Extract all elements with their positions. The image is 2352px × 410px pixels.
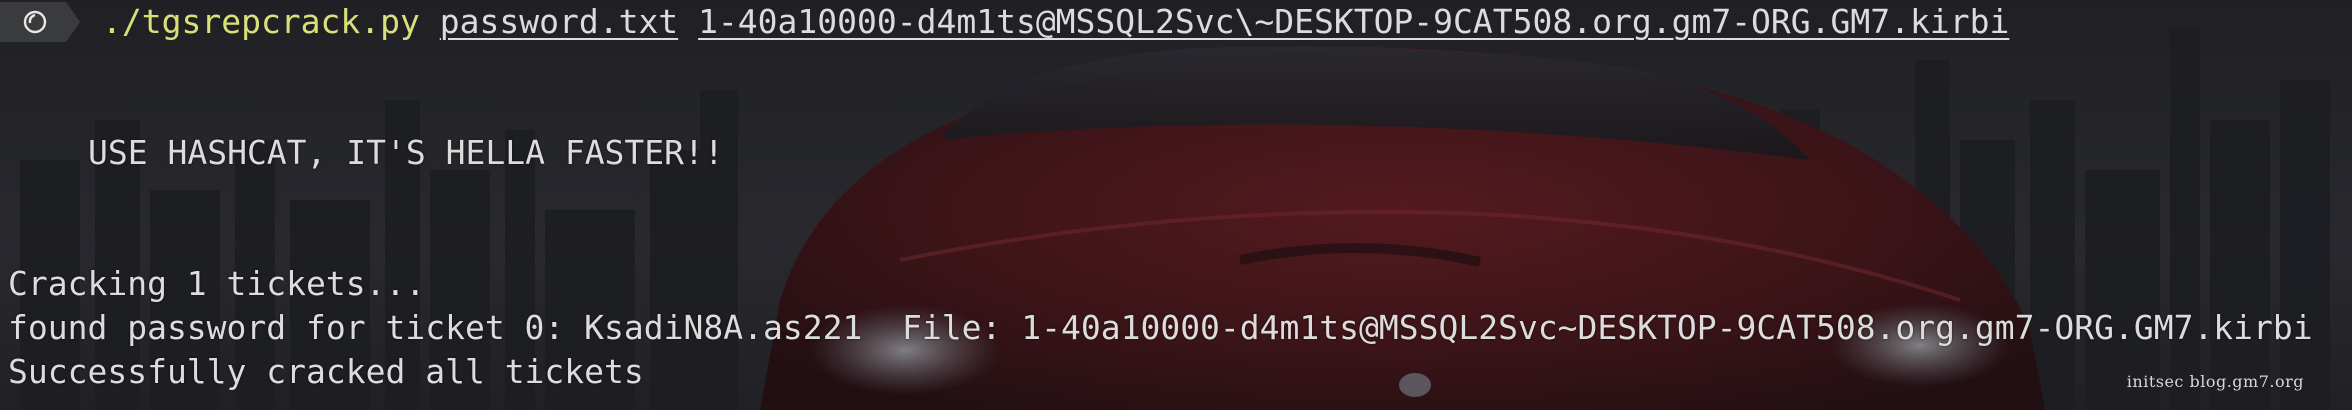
output-banner: USE HASHCAT, IT'S HELLA FASTER!! [88,133,724,172]
output-success: Successfully cracked all tickets [8,352,644,391]
command-arg-ticket-file[interactable]: 1-40a10000-d4m1ts@MSSQL2Svc\~DESKTOP-9CA… [698,2,2009,41]
prompt-line: ./tgsrepcrack.py password.txt 1-40a10000… [0,0,2009,44]
terminal-window[interactable]: ./tgsrepcrack.py password.txt 1-40a10000… [0,0,2352,410]
prompt-arrow-icon [66,2,80,42]
command-arg-password-file[interactable]: password.txt [440,2,678,41]
output-found-password: found password for ticket 0: KsadiN8A.as… [8,308,2313,347]
command-executable: ./tgsrepcrack.py [102,2,420,41]
command-text: ./tgsrepcrack.py password.txt 1-40a10000… [102,0,2009,44]
terminal-swirl-icon [23,10,47,34]
output-cracking: Cracking 1 tickets... [8,264,426,303]
watermark: initsec blog.gm7.org [2126,372,2304,391]
prompt-badge [0,2,66,42]
